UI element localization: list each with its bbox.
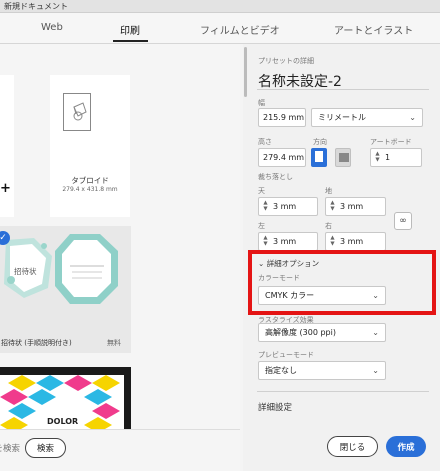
preset-card-tabloid[interactable]: タブロイド 279.4 x 431.8 mm [50,75,130,217]
bleed-bottom-field[interactable]: ▲ ▼ 3 mm [325,197,386,216]
poster-text: DOLOR [47,417,79,426]
unit-dropdown[interactable]: ミリメートル ⌄ [311,108,423,127]
preset-details-panel: プリセットの詳細 名称未設定-2 幅 215.9 mm ミリメートル ⌄ 高さ … [243,44,440,471]
stepper-arrows-icon[interactable]: ▲ ▼ [329,200,336,212]
bleed-bottom-label: 地 [325,187,332,195]
template-search-input[interactable] [0,438,20,460]
color-mode-label: カラーモード [258,274,300,282]
template-search-bar: 検索 [0,429,240,471]
preset-gallery: タブロイド 279.4 x 431.8 mm + 招待状 ✓ 招待状 (手順説明… [0,44,240,471]
tab-print[interactable]: 印刷 [120,22,140,37]
width-field[interactable]: 215.9 mm [258,108,306,127]
add-icon[interactable]: + [0,181,11,196]
close-button[interactable]: 閉じる [327,436,378,457]
color-mode-dropdown[interactable]: CMYK カラー ⌄ [258,286,386,305]
stepper-arrows-icon[interactable]: ▲ ▼ [262,200,269,212]
preset-name-input[interactable]: 名称未設定-2 [258,71,342,91]
preset-size: 279.4 x 431.8 mm [62,186,118,193]
bleed-bottom-value: 3 mm [340,202,364,211]
chevron-down-icon: ⌄ [372,328,379,337]
link-bleed-icon[interactable]: ∞ [394,212,412,230]
active-tab-indicator [113,40,148,42]
tab-film-video[interactable]: フィルムとビデオ [200,22,280,37]
portrait-icon [315,151,323,162]
preset-name-underline [257,89,429,90]
divider [257,391,429,392]
height-label: 高さ [258,138,272,146]
category-tabs: Web 印刷 フィルムとビデオ アートとイラスト [0,13,440,44]
tab-art-illustration[interactable]: アートとイラスト [334,22,413,37]
preset-name: タブロイド [71,176,109,185]
invitation-thumbnail [0,226,131,331]
portrait-orientation-button[interactable] [311,148,327,167]
document-shapes-icon [63,93,91,131]
template-price: 無料 [107,339,121,347]
chevron-down-icon: ⌄ [372,291,379,300]
chevron-down-icon: ⌄ [409,113,416,122]
search-button[interactable]: 検索 [25,438,66,458]
raster-effects-value: 高解像度 (300 ppi) [265,328,336,337]
advanced-options-toggle[interactable]: ⌄ 詳細オプション [258,258,319,269]
bleed-top-field[interactable]: ▲ ▼ 3 mm [258,197,318,216]
advanced-settings-button[interactable]: 詳細設定 [258,401,292,413]
landscape-icon [339,153,349,162]
stepper-arrows-icon[interactable]: ▲ ▼ [329,235,336,247]
preview-mode-value: 指定なし [265,366,297,375]
chevron-down-icon: ⌄ [258,259,265,268]
raster-effects-dropdown[interactable]: 高解像度 (300 ppi) ⌄ [258,323,386,342]
bleed-top-label: 天 [258,187,265,195]
bleed-left-field[interactable]: ▲ ▼ 3 mm [258,232,318,251]
tab-web[interactable]: Web [41,22,63,33]
color-mode-value: CMYK カラー [265,291,315,300]
invitation-card-text: 招待状 [14,267,37,276]
window-title: 新規ドキュメント [4,2,68,11]
artboards-stepper[interactable]: ▲ ▼ 1 [370,148,422,167]
panel-scrollbar[interactable] [244,47,247,97]
height-field[interactable]: 279.4 mm [258,148,306,167]
create-button[interactable]: 作成 [386,436,426,457]
preset-details-heading: プリセットの詳細 [258,57,314,65]
template-card-invitation[interactable]: 招待状 [0,226,131,353]
artboards-value: 1 [385,153,391,162]
artboards-label: アートボード [370,138,412,146]
preview-mode-label: プレビューモード [258,351,314,359]
bleed-left-value: 3 mm [273,237,297,246]
template-label: 招待状 (手順説明付き) [1,339,72,347]
advanced-options-label: 詳細オプション [266,259,320,268]
landscape-orientation-button[interactable] [335,148,351,167]
bleed-label: 裁ち落とし [258,173,293,181]
stepper-arrows-icon[interactable]: ▲ ▼ [374,151,381,163]
width-label: 幅 [258,99,265,107]
bleed-left-label: 左 [258,222,265,230]
chevron-down-icon: ⌄ [372,366,379,375]
stepper-arrows-icon[interactable]: ▲ ▼ [262,235,269,247]
unit-value: ミリメートル [318,113,366,122]
bleed-top-value: 3 mm [273,202,297,211]
bleed-right-label: 右 [325,222,332,230]
preview-mode-dropdown[interactable]: 指定なし ⌄ [258,361,386,380]
bleed-right-field[interactable]: ▲ ▼ 3 mm [325,232,386,251]
bleed-right-value: 3 mm [340,237,364,246]
orientation-label: 方向 [313,138,327,146]
title-bar: 新規ドキュメント [0,0,440,13]
